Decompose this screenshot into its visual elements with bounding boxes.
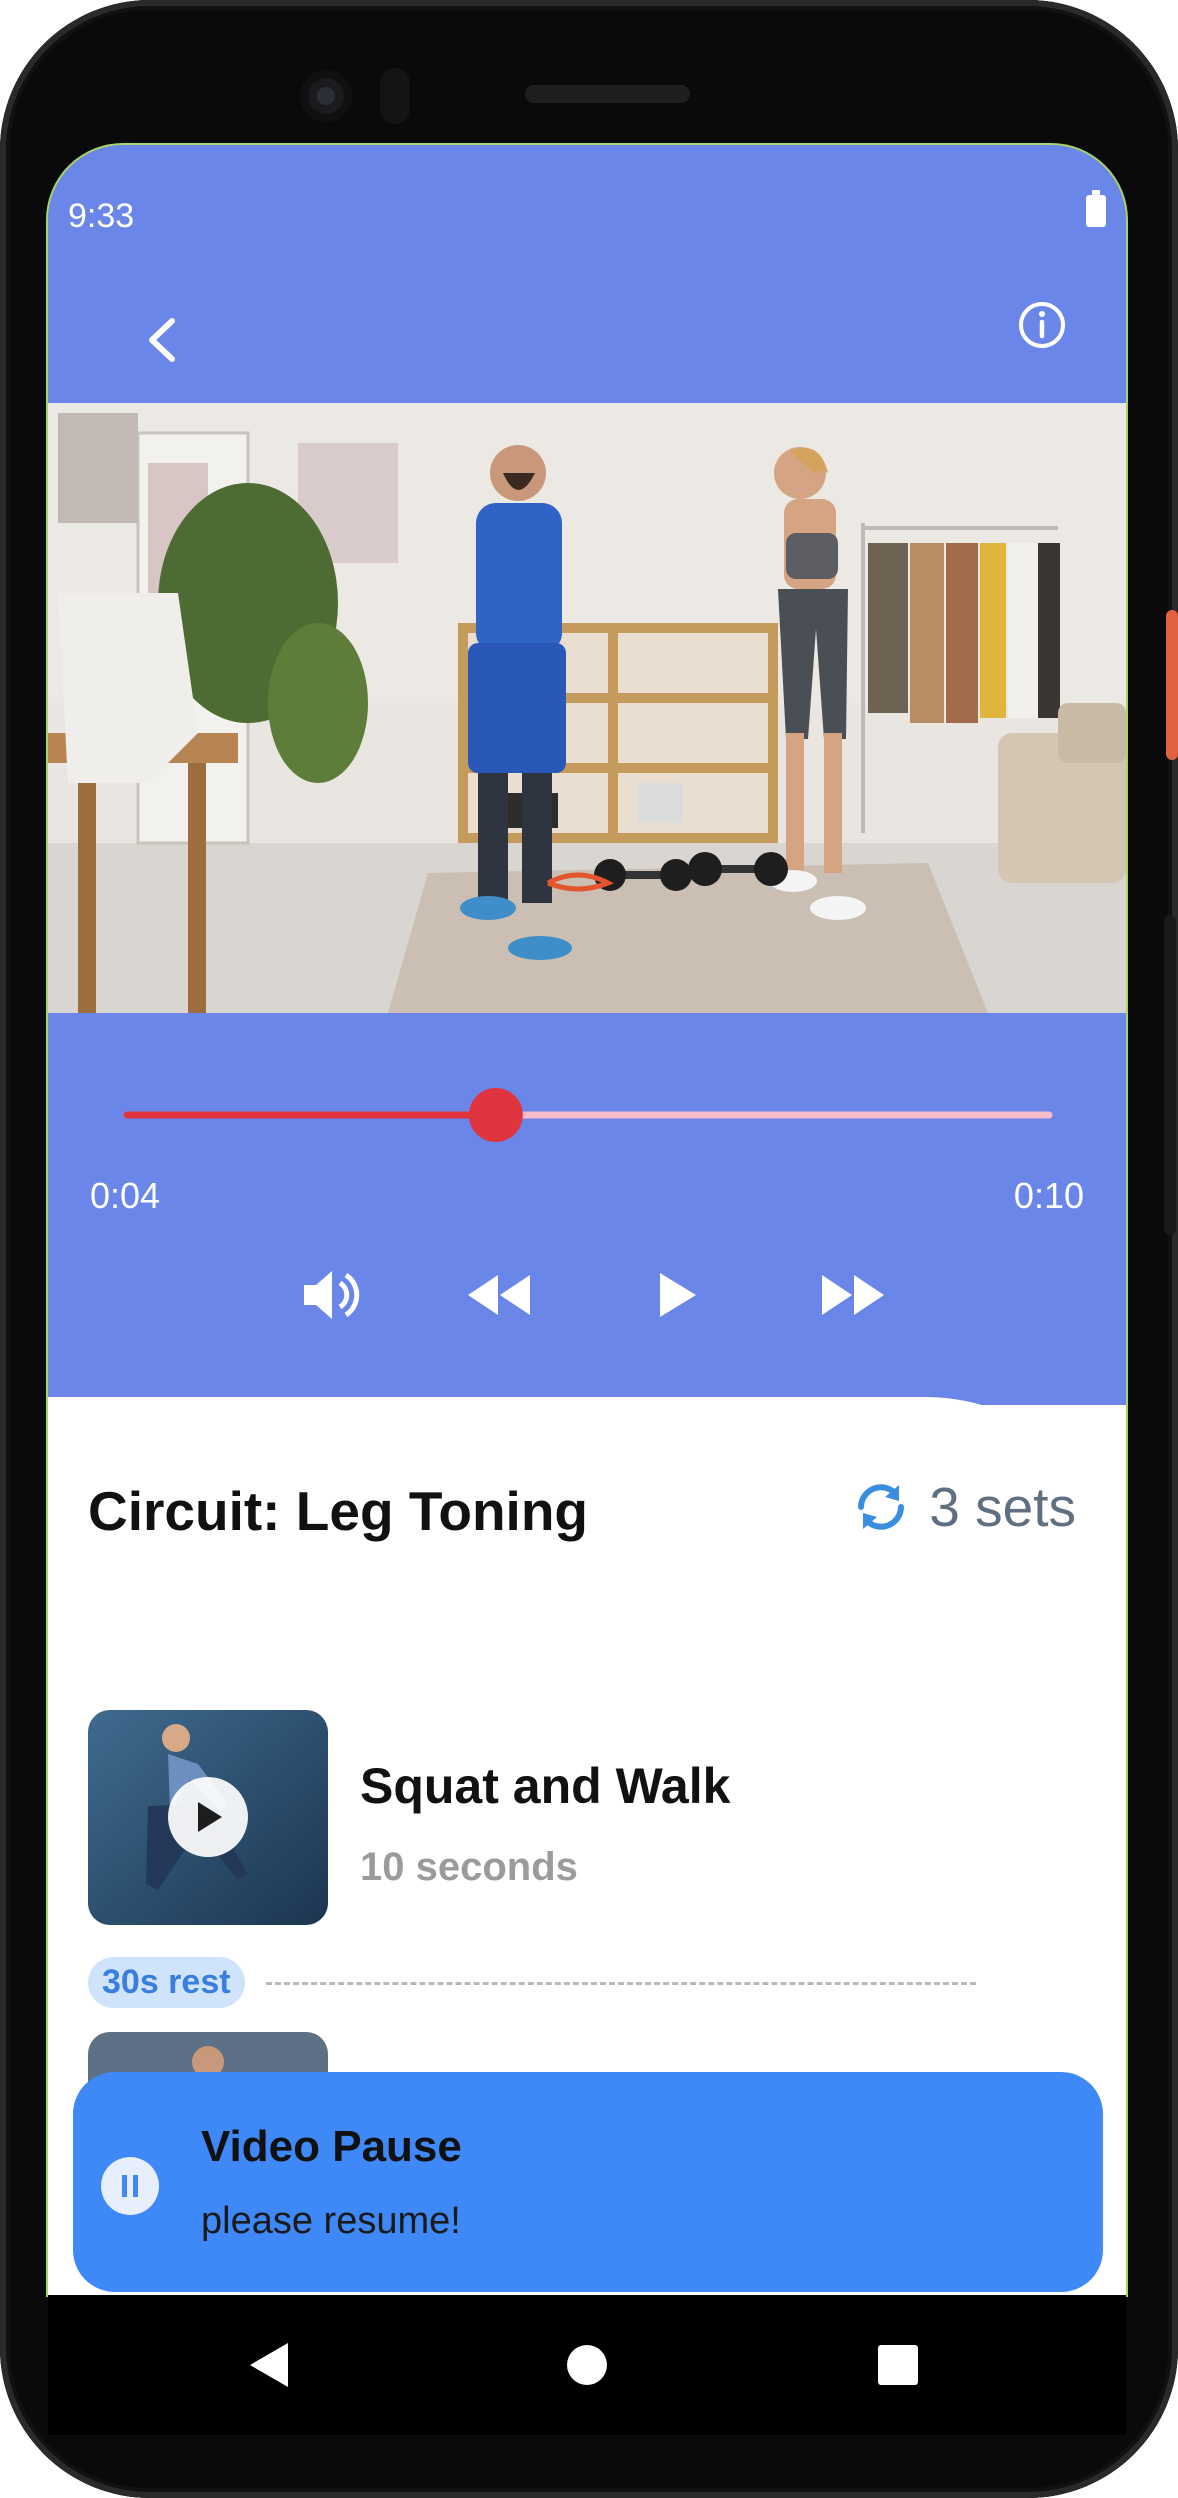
exercise-image	[88, 1710, 328, 1925]
rewind-icon	[468, 1275, 530, 1315]
info-button[interactable]	[1012, 295, 1072, 355]
phone-frame: 9:33 0:04 0:10 Circuit: Leg Toning 3 set…	[0, 0, 1178, 2498]
nav-back-button[interactable]	[230, 2325, 310, 2405]
rest-divider	[266, 1982, 976, 1985]
video-frame[interactable]	[48, 403, 1126, 1013]
seek-track	[123, 1088, 1053, 1142]
pause-icon	[122, 2175, 138, 2197]
chevron-left-icon	[149, 318, 175, 362]
sets-label: 3 sets	[929, 1476, 1076, 1538]
toast-message: please resume!	[201, 2200, 461, 2242]
volume-button	[1164, 915, 1176, 1235]
camera-icon	[300, 70, 352, 122]
play-icon	[660, 1273, 696, 1317]
info-circle-icon	[1019, 302, 1065, 348]
play-button[interactable]	[636, 1255, 716, 1335]
current-time: 0:04	[90, 1175, 161, 1216]
rewind-button[interactable]	[460, 1255, 540, 1335]
nav-recents-button[interactable]	[858, 2325, 938, 2405]
player-header: 9:33 0:04 0:10	[48, 145, 1126, 1405]
rest-badge: 30s rest	[88, 1957, 245, 2008]
seek-slider[interactable]	[123, 1085, 1053, 1145]
volume-button[interactable]	[290, 1255, 370, 1335]
seek-thumb[interactable]	[468, 1088, 523, 1142]
refresh-icon	[858, 1484, 905, 1530]
pause-badge	[101, 2157, 159, 2215]
system-navigation-bar	[48, 2295, 1126, 2435]
exercise-duration: 10 seconds	[360, 1845, 578, 1889]
recents-square-icon	[878, 2345, 918, 2385]
power-button	[1166, 610, 1178, 760]
battery-icon	[1086, 190, 1106, 227]
fast-forward-icon	[822, 1275, 884, 1315]
video-pause-toast[interactable]: Video Pause please resume!	[73, 2072, 1103, 2292]
total-time: 0:10	[1013, 1175, 1084, 1216]
circuit-title: Circuit: Leg Toning	[88, 1480, 589, 1542]
playback-controls	[48, 1255, 1126, 1335]
volume-icon	[304, 1271, 360, 1319]
exercise-name: Squat and Walk	[360, 1758, 731, 1814]
toast-title: Video Pause	[201, 2122, 462, 2171]
video-still	[48, 403, 1126, 1013]
back-button[interactable]	[128, 305, 198, 375]
status-time: 9:33	[68, 197, 135, 235]
app-screen: 9:33 0:04 0:10 Circuit: Leg Toning 3 set…	[46, 143, 1128, 2297]
sets-indicator: 3 sets	[849, 1475, 1076, 1539]
sensor	[380, 68, 410, 124]
back-triangle-icon	[250, 2343, 288, 2387]
exercise-thumbnail[interactable]	[88, 1710, 328, 1925]
earpiece-speaker	[525, 85, 690, 103]
nav-home-button[interactable]	[547, 2325, 627, 2405]
fast-forward-button[interactable]	[812, 1255, 892, 1335]
home-circle-icon	[567, 2345, 607, 2385]
